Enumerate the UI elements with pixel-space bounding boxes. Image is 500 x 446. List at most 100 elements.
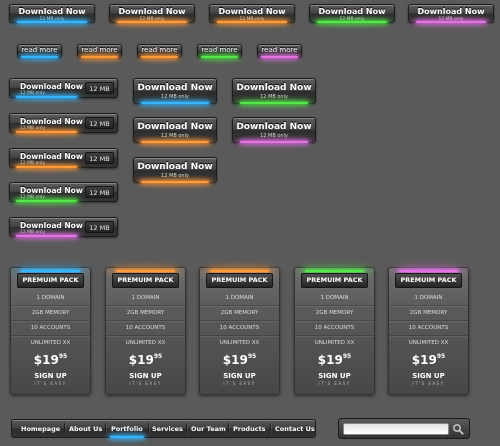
nav-item-about-us[interactable]: About Us [69, 420, 102, 438]
download-size-button-1[interactable]: Download Now12 MB only12 MB [9, 78, 118, 98]
feature-item: UNLIMITED XX [314, 340, 355, 346]
feature-item: UNLIMITED XX [30, 340, 71, 346]
pricing-card-4: PREMUIM PACK 1 DOMAIN 2GB MEMORY 10 ACCO… [294, 267, 375, 395]
glow-bar [116, 21, 188, 23]
read-more-button-2[interactable]: read more [77, 44, 122, 58]
glow-bar [16, 21, 88, 23]
header-glow [116, 270, 175, 272]
download-button-large-5[interactable]: Download Now 12 MB only [133, 157, 217, 183]
button-label: Download Now [218, 7, 286, 16]
nav-separator [270, 423, 271, 434]
glow-bar [140, 102, 210, 104]
price-dollars: $19 [317, 353, 343, 367]
glow-bar [140, 141, 210, 143]
pricing-card-5: PREMUIM PACK 1 DOMAIN 2GB MEMORY 10 ACCO… [388, 267, 469, 395]
read-more-button-3[interactable]: read more [137, 44, 182, 58]
header-glow [210, 270, 269, 272]
price: $1995 [200, 352, 279, 368]
feature-item: 2GB MEMORY [200, 306, 279, 321]
nav-separator [105, 423, 106, 434]
sign-up-button[interactable]: SIGN UP [389, 372, 468, 381]
nav-item-contact-us[interactable]: Contact Us [275, 420, 315, 438]
button-label: Download Now [118, 7, 186, 16]
glow-bar [415, 21, 487, 23]
price-cents: 95 [342, 353, 352, 360]
glow-bar [16, 131, 77, 133]
header-glow [21, 270, 80, 272]
glow-bar [201, 56, 238, 58]
download-button-large-1[interactable]: Download Now 12 MB only [133, 78, 217, 104]
feature-item: 2GB MEMORY [106, 306, 185, 321]
glow-bar [216, 21, 288, 23]
glow-bar [81, 56, 118, 58]
sign-up-button[interactable]: SIGN UP [295, 372, 374, 381]
feature-item: 10 ACCOUNTS [295, 321, 374, 336]
feature-item: 10 ACCOUNTS [389, 321, 468, 336]
feature-item: 10 ACCOUNTS [11, 321, 90, 336]
glow-bar [16, 200, 77, 202]
button-label: Download Now [18, 7, 86, 16]
file-size-badge: 12 MB [85, 82, 114, 94]
download-button-top-5[interactable]: Download Now12 MB only [408, 4, 494, 23]
file-size-badge: 12 MB [85, 221, 114, 233]
plan-title: PREMUIM PACK [301, 273, 368, 288]
feature-item: 10 ACCOUNTS [106, 321, 185, 336]
download-button-top-3[interactable]: Download Now12 MB only [209, 4, 295, 23]
feature-item: 1 DOMAIN [11, 291, 90, 306]
button-label: Download Now [137, 122, 213, 132]
nav-separator [148, 423, 149, 434]
download-button-top-2[interactable]: Download Now12 MB only [109, 4, 195, 23]
pricing-card-2: PREMUIM PACK 1 DOMAIN 2GB MEMORY 10 ACCO… [105, 267, 186, 395]
sign-up-button[interactable]: SIGN UP [200, 372, 279, 381]
tagline: IT'S EASY [129, 381, 162, 386]
price-cents: 95 [58, 353, 68, 360]
pricing-card-1: PREMUIM PACK 1 DOMAIN 2GB MEMORY 10 ACCO… [10, 267, 91, 395]
tagline: IT'S EASY [223, 381, 256, 386]
glow-bar [21, 56, 58, 58]
plan-title: PREMUIM PACK [206, 273, 273, 288]
plan-title: PREMUIM PACK [112, 273, 179, 288]
read-more-button-1[interactable]: read more [17, 44, 62, 58]
feature-item: UNLIMITED XX [125, 340, 166, 346]
sign-up-button[interactable]: SIGN UP [106, 372, 185, 381]
nav-separator [186, 423, 187, 434]
nav-item-services[interactable]: Services [152, 420, 183, 438]
sign-up-button[interactable]: SIGN UP [11, 372, 90, 381]
price-cents: 95 [153, 353, 163, 360]
price: $1995 [11, 352, 90, 368]
tagline: IT'S EASY [318, 381, 351, 386]
price-dollars: $19 [222, 353, 248, 367]
navigation-bar: Homepage About Us Portfolio Services Our… [11, 419, 316, 438]
nav-item-products[interactable]: Products [233, 420, 266, 438]
button-label: Download Now [236, 83, 312, 93]
nav-separator [228, 423, 229, 434]
download-size-button-4[interactable]: Download Now12 MB only12 MB [9, 182, 118, 202]
read-more-button-4[interactable]: read more [197, 44, 242, 58]
nav-item-our-team[interactable]: Our Team [191, 420, 226, 438]
search-input[interactable] [343, 423, 449, 435]
button-label: Download Now [236, 122, 312, 132]
glow-bar [141, 56, 178, 58]
price-dollars: $19 [411, 353, 437, 367]
feature-item: 10 ACCOUNTS [200, 321, 279, 336]
download-size-button-2[interactable]: Download Now12 MB only12 MB [9, 113, 118, 133]
read-more-button-5[interactable]: read more [257, 44, 302, 58]
file-size-badge: 12 MB [85, 186, 114, 198]
download-button-large-4[interactable]: Download Now 12 MB only [232, 117, 316, 143]
feature-item: UNLIMITED XX [219, 340, 260, 346]
feature-item: 2GB MEMORY [11, 306, 90, 321]
glow-bar [140, 181, 210, 183]
download-size-button-5[interactable]: Download Now12 MB only12 MB [9, 217, 118, 237]
file-size-badge: 12 MB [85, 152, 114, 164]
download-button-top-1[interactable]: Download Now12 MB only [9, 4, 95, 23]
nav-item-homepage[interactable]: Homepage [21, 420, 60, 438]
download-size-button-3[interactable]: Download Now12 MB only12 MB [9, 148, 118, 168]
download-button-large-2[interactable]: Download Now 12 MB only [232, 78, 316, 104]
search-box [338, 418, 470, 439]
glow-bar [16, 96, 77, 98]
price-cents: 95 [436, 353, 446, 360]
glow-bar [261, 56, 298, 58]
search-icon[interactable] [452, 423, 464, 435]
download-button-top-4[interactable]: Download Now12 MB only [309, 4, 395, 23]
download-button-large-3[interactable]: Download Now 12 MB only [133, 117, 217, 143]
